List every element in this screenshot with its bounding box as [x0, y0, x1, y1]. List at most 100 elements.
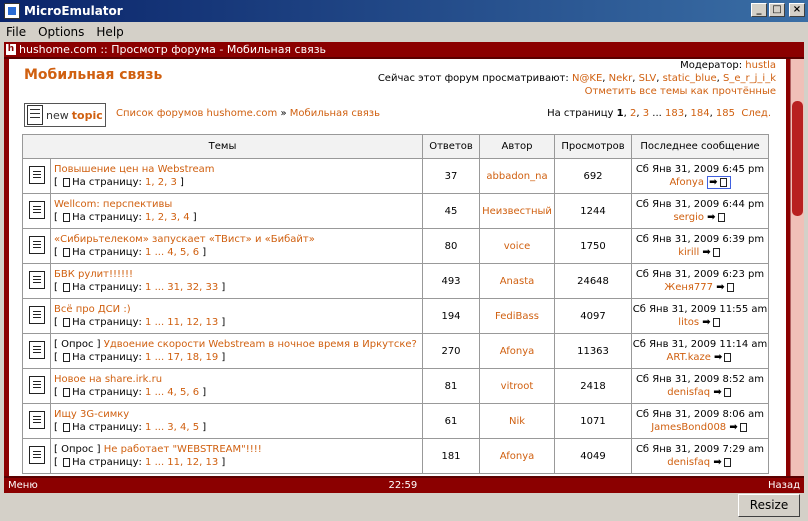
last-post-author[interactable]: sergio: [673, 212, 704, 223]
last-post-cell: Сб Янв 31, 2009 6:23 pm Женя777 ➡: [631, 263, 769, 299]
pager-next-link[interactable]: След.: [741, 108, 771, 119]
pager-link[interactable]: 184: [690, 108, 709, 119]
go-to-last-post-icon[interactable]: ➡: [707, 176, 731, 189]
author-link[interactable]: vitroot: [479, 368, 555, 404]
topic-pages[interactable]: 1 ... 31, 32, 33: [145, 282, 218, 293]
author-link[interactable]: Afonya: [479, 333, 555, 369]
menu-file[interactable]: File: [0, 25, 32, 39]
go-to-last-post-icon[interactable]: ➡: [713, 387, 732, 398]
topic-pages[interactable]: 1 ... 17, 18, 19: [145, 352, 218, 363]
go-to-last-post-icon[interactable]: ➡: [716, 282, 735, 293]
topic-pages[interactable]: 1, 2, 3, 4: [145, 212, 190, 223]
pager-current: 1: [616, 108, 624, 119]
topic-pages[interactable]: 1 ... 4, 5, 6: [145, 387, 199, 398]
topic-pages[interactable]: 1 ... 11, 12, 13: [145, 317, 218, 328]
close-button[interactable]: ×: [789, 3, 805, 17]
topic-link[interactable]: Не работает "WEBSTREAM"!!!!: [104, 444, 262, 455]
author-link[interactable]: voice: [479, 228, 555, 264]
page-icon: [63, 282, 71, 292]
topic-cell: БВК рулит!!!!!![ На страницу: 1 ... 31, …: [50, 263, 423, 299]
topic-link[interactable]: «Сибирьтелеком» запускает «ТВист» и «Биб…: [54, 234, 315, 245]
author-link[interactable]: abbadon_na: [479, 158, 555, 194]
go-to-last-post-icon[interactable]: ➡: [707, 212, 726, 223]
topic-link[interactable]: Удвоение скорости Webstream в ночное вре…: [104, 339, 417, 350]
last-post-author[interactable]: Afonya: [669, 177, 704, 188]
page-prefix: На страницу:: [72, 212, 142, 223]
viewer-link[interactable]: static_blue: [663, 73, 717, 84]
topic-cell: [ Опрос ] Удвоение скорости Webstream в …: [50, 333, 423, 369]
go-to-last-post-icon[interactable]: ➡: [729, 422, 748, 433]
softkey-left[interactable]: Меню: [8, 480, 38, 491]
last-post-date: Сб Янв 31, 2009 6:44 pm: [635, 199, 765, 210]
mark-read-link[interactable]: Отметить все темы как прочтённые: [585, 86, 776, 97]
page-prefix: На страницу:: [72, 457, 142, 468]
go-to-last-post-icon[interactable]: ➡: [714, 352, 733, 363]
viewer-link[interactable]: S_e_r_j_i_k: [723, 73, 776, 84]
resize-button[interactable]: Resize: [738, 494, 800, 517]
replies-cell: 194: [422, 298, 480, 334]
topic-link[interactable]: Новое на share.irk.ru: [54, 374, 162, 385]
last-post-author[interactable]: Женя777: [664, 282, 713, 293]
last-post-author[interactable]: ART.kaze: [667, 352, 711, 363]
device-screen: Мобильная связь Модератор: hustla Сейчас…: [4, 59, 804, 476]
pager-link[interactable]: 3: [643, 108, 649, 119]
table-row: [ Опрос ] Не работает "WEBSTREAM"!!!![ Н…: [22, 438, 769, 474]
author-link[interactable]: FediBass: [479, 298, 555, 334]
minimize-button[interactable]: _: [751, 3, 767, 17]
menu-help[interactable]: Help: [90, 25, 129, 39]
topic-icon: [28, 375, 45, 394]
window-title: MicroEmulator: [24, 4, 123, 18]
menu-options[interactable]: Options: [32, 25, 90, 39]
author-link[interactable]: Nik: [479, 403, 555, 439]
last-post-author[interactable]: litos: [678, 317, 699, 328]
softkey-right[interactable]: Назад: [768, 480, 800, 491]
viewer-link[interactable]: Nekr: [609, 73, 633, 84]
table-header-row: Темы Ответов Автор Просмотров Последнее …: [22, 134, 769, 159]
topic-link[interactable]: Wellcom: перспективы: [54, 199, 172, 210]
views-cell: 4049: [554, 438, 632, 474]
pager-link[interactable]: 2: [630, 108, 636, 119]
author-link[interactable]: Anasta: [479, 263, 555, 299]
topic-link[interactable]: Ищу 3G-симку: [54, 409, 129, 420]
topic-link[interactable]: БВК рулит!!!!!!: [54, 269, 133, 280]
go-to-last-post-icon[interactable]: ➡: [702, 317, 721, 328]
maximize-button[interactable]: □: [769, 3, 785, 17]
scrollbar[interactable]: [790, 59, 804, 476]
moderator-link[interactable]: hustla: [745, 60, 776, 71]
topic-link[interactable]: Повышение цен на Webstream: [54, 164, 214, 175]
pagination: На страницу 1, 2, 3 ... 183, 184, 185 Сл…: [547, 108, 771, 119]
pager-link[interactable]: 185: [716, 108, 735, 119]
viewer-link[interactable]: SLV: [639, 73, 657, 84]
last-post-author[interactable]: JamesBond008: [651, 422, 726, 433]
go-to-last-post-icon[interactable]: ➡: [702, 247, 721, 258]
topic-link[interactable]: Всё про ДСИ :): [54, 304, 131, 315]
topic-pages[interactable]: 1 ... 4, 5, 6: [145, 247, 199, 258]
page-prefix: На страницу:: [72, 282, 142, 293]
new-topic-button[interactable]: new topic: [24, 103, 106, 127]
topic-icon: [28, 305, 45, 324]
last-post-author[interactable]: kirill: [678, 247, 699, 258]
go-to-last-post-icon[interactable]: ➡: [713, 457, 732, 468]
topic-prefix: [ Опрос ]: [54, 339, 101, 350]
topic-pages[interactable]: 1 ... 11, 12, 13: [145, 457, 218, 468]
views-cell: 4097: [554, 298, 632, 334]
topic-pages[interactable]: 1 ... 3, 4, 5: [145, 422, 199, 433]
author-link[interactable]: Неизвестный: [479, 193, 555, 229]
last-post-date: Сб Янв 31, 2009 8:52 am: [635, 374, 765, 385]
topic-cell: Новое на share.irk.ru[ На страницу: 1 ..…: [50, 368, 423, 404]
last-post-cell: Сб Янв 31, 2009 11:14 am ART.kaze ➡: [631, 333, 769, 369]
views-cell: 692: [554, 158, 632, 194]
topic-icon: [28, 200, 45, 219]
scrollbar-thumb[interactable]: [792, 101, 803, 216]
topic-cell: [ Опрос ] Не работает "WEBSTREAM"!!!![ Н…: [50, 438, 423, 474]
last-post-author[interactable]: denisfaq: [667, 457, 710, 468]
last-post-author[interactable]: denisfaq: [667, 387, 710, 398]
pager-link[interactable]: 183: [665, 108, 684, 119]
breadcrumb-index-link[interactable]: Список форумов hushome.com: [116, 108, 277, 119]
breadcrumb-current-link[interactable]: Мобильная связь: [290, 108, 380, 119]
topic-cell-icon: [22, 228, 51, 264]
topic-pages[interactable]: 1, 2, 3: [145, 177, 177, 188]
viewer-link[interactable]: N@KE: [572, 73, 602, 84]
views-cell: 11363: [554, 333, 632, 369]
author-link[interactable]: Afonya: [479, 438, 555, 474]
